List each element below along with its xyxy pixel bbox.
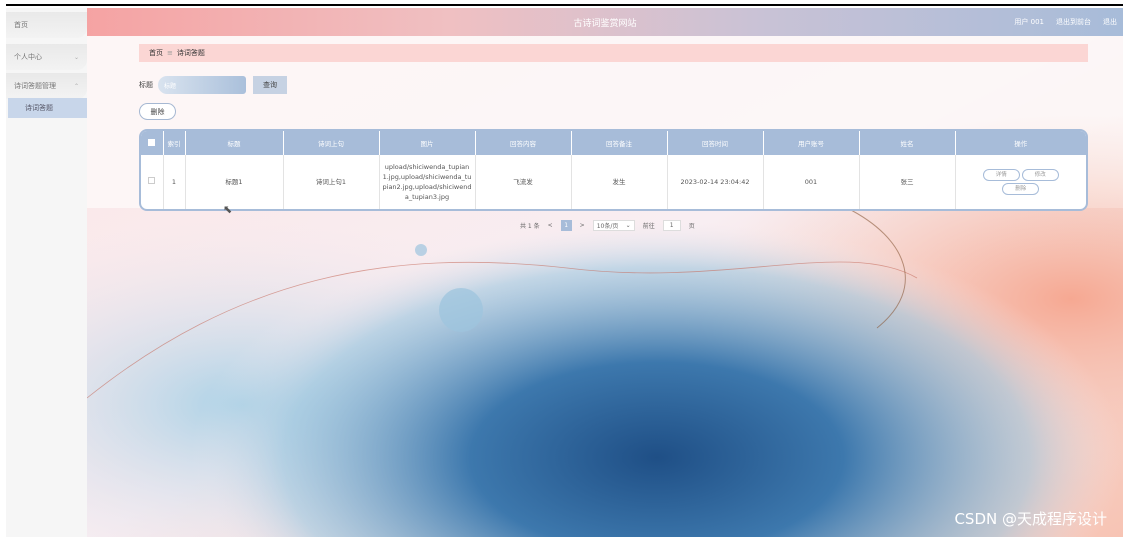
sidebar-item-label: 诗词答题管理 xyxy=(14,82,56,90)
column-header: 用户账号 xyxy=(763,131,860,155)
watermark: CSDN @天成程序设计 xyxy=(954,510,1107,528)
cell-time: 2023-02-14 23:04:42 xyxy=(667,155,764,209)
total-count: 共 1 条 xyxy=(520,223,540,230)
page-1-button[interactable]: 1 xyxy=(560,220,572,231)
row-select-cell[interactable] xyxy=(141,155,164,209)
pagination: 共 1 条 < 1 > 10条/页 ⌄ 前往 1 页 xyxy=(520,220,695,231)
delete-button[interactable]: 删除 xyxy=(139,103,176,120)
sidebar-item-home[interactable]: 首页 xyxy=(6,12,87,38)
column-header: 姓名 xyxy=(859,131,956,155)
goto-label: 前往 xyxy=(642,223,655,230)
column-header: 回答内容 xyxy=(475,131,572,155)
row-checkbox[interactable] xyxy=(148,177,156,184)
sidebar-item-label: 个人中心 xyxy=(14,53,42,61)
column-header: 诗词上句 xyxy=(283,131,380,155)
logout-link[interactable]: 退出 xyxy=(1103,17,1117,27)
sidebar-item-poem-answer-mgmt[interactable]: 诗词答题管理 ⌃ xyxy=(6,73,87,99)
edit-button[interactable]: 修改 xyxy=(1021,169,1059,181)
column-header: 标题 xyxy=(185,131,284,155)
column-header: 图片 xyxy=(379,131,476,155)
cell-name: 张三 xyxy=(859,155,956,209)
next-page-button[interactable]: > xyxy=(580,222,585,229)
row-delete-button[interactable]: 删除 xyxy=(1002,183,1040,195)
detail-button[interactable]: 详情 xyxy=(982,169,1020,181)
breadcrumb: 首页 ≡ 诗词答题 xyxy=(139,44,1088,62)
search-bar: 标题 标题 查询 xyxy=(139,76,287,94)
chevron-down-icon: ⌄ xyxy=(625,222,631,229)
back-to-front-link[interactable]: 退出到前台 xyxy=(1056,17,1091,27)
sidebar-subitem-poem-answer[interactable]: 诗词答题 xyxy=(8,98,87,118)
chevron-up-icon: ⌃ xyxy=(73,82,79,90)
select-all-header[interactable] xyxy=(141,131,164,155)
sidebar-subitem-label: 诗词答题 xyxy=(25,104,53,112)
column-header: 回答时间 xyxy=(667,131,764,155)
page-size-value: 10条/页 xyxy=(596,223,619,230)
sidebar-item-label: 首页 xyxy=(14,21,28,29)
column-header: 索引 xyxy=(163,131,186,155)
cell-title: 标题1 xyxy=(185,155,284,209)
screen: 首页 个人中心 ⌄ 诗词答题管理 ⌃ 诗词答题 古诗词鉴赏网站 用户 001 退… xyxy=(0,0,1129,537)
top-border xyxy=(6,4,1123,6)
sidebar: 首页 个人中心 ⌄ 诗词答题管理 ⌃ 诗词答题 xyxy=(6,8,87,537)
goto-page-input[interactable]: 1 xyxy=(662,220,681,231)
data-table: 索引 标题 诗词上句 图片 回答内容 回答备注 回答时间 用户账号 姓名 操作 xyxy=(139,129,1088,211)
cell-image: upload/shiciwenda_tupian1.jpg,upload/shi… xyxy=(379,155,476,209)
table-header-row: 索引 标题 诗词上句 图片 回答内容 回答备注 回答时间 用户账号 姓名 操作 xyxy=(141,131,1086,155)
cell-account: 001 xyxy=(763,155,860,209)
top-header: 古诗词鉴赏网站 用户 001 退出到前台 退出 xyxy=(87,8,1123,36)
table-row: 1 标题1 诗词上句1 upload/shiciwenda_tupian1.jp… xyxy=(141,155,1086,209)
cell-index: 1 xyxy=(163,155,186,209)
site-title: 古诗词鉴赏网站 xyxy=(573,19,637,29)
search-label: 标题 xyxy=(139,81,153,89)
main-area: 古诗词鉴赏网站 用户 001 退出到前台 退出 首页 ≡ 诗词答题 标题 标题 … xyxy=(87,8,1123,537)
cell-note: 发生 xyxy=(571,155,668,209)
column-header: 回答备注 xyxy=(571,131,668,155)
select-all-checkbox[interactable] xyxy=(148,138,156,146)
breadcrumb-separator: ≡ xyxy=(167,49,173,57)
chevron-down-icon: ⌄ xyxy=(73,53,79,61)
current-user: 用户 001 xyxy=(1014,18,1044,26)
cell-actions: 详情 修改 删除 xyxy=(955,155,1086,209)
breadcrumb-current: 诗词答题 xyxy=(176,49,205,57)
prev-page-button[interactable]: < xyxy=(548,222,553,229)
search-input[interactable]: 标题 xyxy=(158,76,246,94)
page-size-select[interactable]: 10条/页 ⌄ xyxy=(592,220,635,231)
breadcrumb-home[interactable]: 首页 xyxy=(149,48,163,58)
column-header: 操作 xyxy=(955,131,1086,155)
mouse-cursor-icon: ⬉ xyxy=(223,203,233,216)
sidebar-item-profile[interactable]: 个人中心 ⌄ xyxy=(6,44,87,70)
page-unit-label: 页 xyxy=(688,223,695,230)
cell-first-line: 诗词上句1 xyxy=(283,155,380,209)
search-button[interactable]: 查询 xyxy=(253,76,287,94)
cell-answer: 飞流发 xyxy=(475,155,572,209)
